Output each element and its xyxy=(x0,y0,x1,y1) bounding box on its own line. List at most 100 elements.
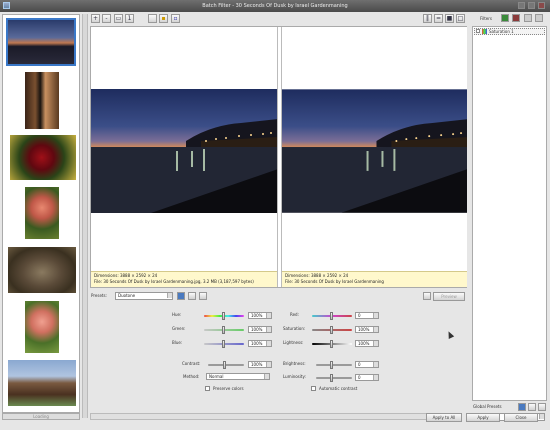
move-down-icon[interactable] xyxy=(535,14,543,22)
brightness-spinbox[interactable]: 0 xyxy=(355,361,379,368)
title-bar: Batch Filter - 30 Seconds Of Dusk by Isr… xyxy=(0,0,550,12)
move-up-icon[interactable] xyxy=(524,14,532,22)
brightness-slider[interactable] xyxy=(316,364,352,366)
filter-list: Saturation 1 xyxy=(472,26,547,401)
automatic-contrast-checkbox[interactable] xyxy=(311,386,316,391)
apply-button[interactable]: Apply xyxy=(466,413,500,422)
hue-spinbox[interactable]: 100% xyxy=(248,312,272,319)
luminosity-spinbox[interactable]: 0 xyxy=(355,374,379,381)
split-horizontal-icon[interactable]: ═ xyxy=(434,14,443,23)
filter-settings: Hue: 100% Green: 100% Blue: 100% Red: 0 … xyxy=(90,304,467,399)
save-preset-icon[interactable] xyxy=(177,292,185,300)
lightness-slider-knob[interactable] xyxy=(330,340,333,348)
maximize-button[interactable] xyxy=(528,2,535,9)
lightness-spinbox[interactable]: 100% xyxy=(355,340,379,347)
blue-spinbox[interactable]: 100% xyxy=(248,340,272,347)
preview-toolbar: + - ▭ 1 ▪ ▫ ‖ ═ ■ □ xyxy=(90,13,466,25)
method-dropdown[interactable]: Normal xyxy=(206,373,270,380)
thumbnail-dusk-bay[interactable] xyxy=(6,18,76,66)
progress-bar xyxy=(90,413,450,420)
blue-slider-knob[interactable] xyxy=(222,340,225,348)
thumbnail-rose-bud[interactable] xyxy=(25,301,59,353)
filter-icon xyxy=(482,29,487,34)
presets-label: Presets: xyxy=(91,293,107,298)
saturation-slider-knob[interactable] xyxy=(330,326,333,334)
result-preview-pane[interactable]: Dimensions: 3888 × 2592 × 24 File: 30 Se… xyxy=(281,27,467,287)
filters-toolbar: Filters xyxy=(470,13,548,25)
hue-slider-knob[interactable] xyxy=(222,312,225,320)
split-vertical-icon[interactable]: ‖ xyxy=(423,14,432,23)
actual-size-icon[interactable]: 1 xyxy=(125,14,134,23)
filters-label: Filters xyxy=(480,16,492,21)
filter-name: Saturation 1 xyxy=(489,29,514,34)
red-slider-knob[interactable] xyxy=(330,312,333,320)
dialog-buttons: Apply to All Apply Close xyxy=(426,413,550,425)
thumbnail-cat[interactable] xyxy=(8,247,76,293)
panel-splitter[interactable] xyxy=(82,14,88,418)
red-label: Red: xyxy=(290,312,299,317)
thumbnail-red-rose[interactable] xyxy=(10,135,76,180)
filter-enabled-checkbox[interactable] xyxy=(476,29,480,33)
thumbnail-arch[interactable] xyxy=(25,72,59,129)
filter-list-item[interactable]: Saturation 1 xyxy=(474,28,545,35)
contrast-spinbox[interactable]: 100% xyxy=(248,361,272,368)
batch-filter-window: Batch Filter - 30 Seconds Of Dusk by Isr… xyxy=(0,0,550,430)
app-icon[interactable] xyxy=(3,2,10,9)
import-preset-icon[interactable] xyxy=(199,292,207,300)
single-view-icon[interactable]: ■ xyxy=(445,14,454,23)
green-spinbox[interactable]: 100% xyxy=(248,326,272,333)
luminosity-slider-knob[interactable] xyxy=(330,374,333,382)
save-global-icon[interactable] xyxy=(518,403,526,411)
automatic-contrast-label: Automatic contrast xyxy=(319,386,358,391)
minimize-button[interactable] xyxy=(518,2,525,9)
preview-button[interactable]: Preview xyxy=(433,292,465,301)
remove-filter-icon[interactable] xyxy=(512,14,520,22)
preserve-colors-checkbox[interactable] xyxy=(205,386,210,391)
contrast-slider-knob[interactable] xyxy=(223,361,226,369)
saturation-spinbox[interactable]: 100% xyxy=(355,326,379,333)
original-preview-pane[interactable]: Dimensions: 3888 × 2592 × 24 File: 30 Se… xyxy=(91,27,278,287)
brightness-label: Brightness: xyxy=(283,361,306,366)
zoom-out-icon[interactable]: - xyxy=(102,14,111,23)
thumbnail-portrait[interactable] xyxy=(8,360,76,406)
delete-global-icon[interactable] xyxy=(528,403,536,411)
delete-preset-icon[interactable] xyxy=(188,292,196,300)
fit-window-icon[interactable]: ▭ xyxy=(114,14,123,23)
fullscreen-icon[interactable]: □ xyxy=(456,14,465,23)
contrast-label: Contrast: xyxy=(182,361,201,366)
lightness-label: Lightness: xyxy=(283,340,304,345)
green-slider-knob[interactable] xyxy=(222,326,225,334)
chevron-down-icon xyxy=(167,293,172,298)
brightness-slider-knob[interactable] xyxy=(330,361,333,369)
luminosity-slider[interactable] xyxy=(316,377,352,379)
import-global-icon[interactable] xyxy=(538,403,546,411)
global-presets-label: Global Presets xyxy=(473,404,502,409)
luminosity-label: Luminosity: xyxy=(283,374,306,379)
chevron-down-icon xyxy=(264,374,269,379)
close-button[interactable]: Close xyxy=(504,413,538,422)
thumbnail-pink-rose[interactable] xyxy=(25,187,59,239)
dusk-bay-image xyxy=(91,89,277,213)
preview-area: Dimensions: 3888 × 2592 × 24 File: 30 Se… xyxy=(90,26,467,288)
result-info-bar: Dimensions: 3888 × 2592 × 24 File: 30 Se… xyxy=(282,271,467,287)
apply-to-all-button[interactable]: Apply to All xyxy=(426,413,462,422)
mouse-cursor-icon xyxy=(445,330,455,339)
add-filter-icon[interactable] xyxy=(501,14,509,22)
green-label: Green: xyxy=(172,326,186,331)
presets-dropdown[interactable]: Duotone xyxy=(115,292,173,300)
hue-label: Hue: xyxy=(172,312,182,317)
original-photo xyxy=(91,89,277,213)
blue-label: Blue: xyxy=(172,340,183,345)
preserve-colors-label: Preserve colors xyxy=(213,386,244,391)
image-icon[interactable]: ▫ xyxy=(171,14,180,23)
zoom-in-icon[interactable]: + xyxy=(91,14,100,23)
saturation-label: Saturation: xyxy=(283,326,306,331)
original-info-bar: Dimensions: 3888 × 2592 × 24 File: 30 Se… xyxy=(91,271,277,287)
close-window-button[interactable] xyxy=(538,2,545,9)
open-folder-icon[interactable] xyxy=(148,14,157,23)
contrast-slider[interactable] xyxy=(208,364,244,366)
thumbnail-status: Loading xyxy=(2,413,80,420)
folder-icon[interactable]: ▪ xyxy=(159,14,168,23)
red-spinbox[interactable]: 0 xyxy=(355,312,379,319)
preview-toggle-icon[interactable] xyxy=(423,292,431,300)
